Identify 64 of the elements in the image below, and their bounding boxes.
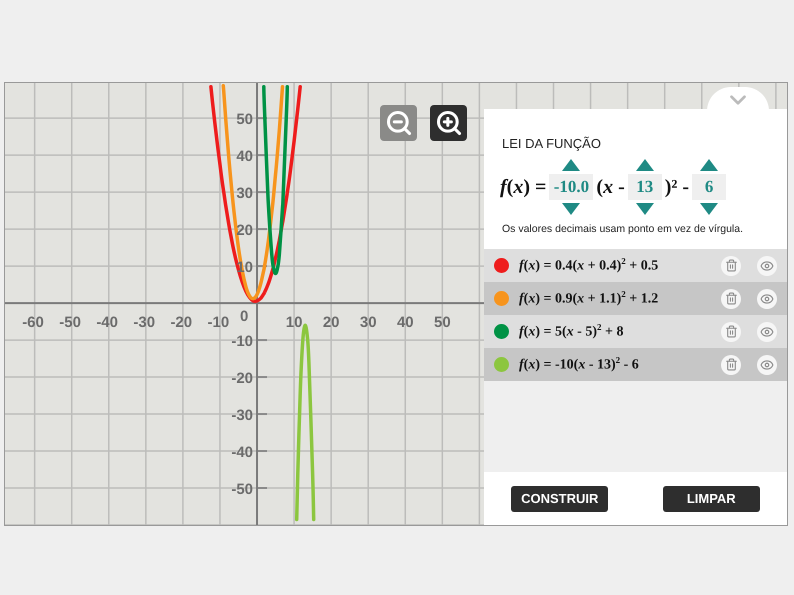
equation-text: )² - [664,176,690,198]
tick-label: 20 [322,314,340,332]
visibility-button[interactable] [757,322,777,342]
decrement-button[interactable] [562,203,580,215]
clear-button[interactable]: LIMPAR [662,486,760,512]
hint-text: Os valores decimais usam ponto em vez de vírgula. [501,222,744,235]
tick-label: -50 [231,481,254,498]
equation-text: (x - [596,176,625,198]
increment-button[interactable] [700,159,718,171]
visibility-button[interactable] [757,354,777,374]
zoom-in-button[interactable] [430,105,467,141]
eye-icon [760,358,774,372]
function-row[interactable]: f(x) = -10(x - 13)$^{2}$ - 6 [484,348,787,381]
function-formula: f(x) = -10(x - 13)$^{2}$ - 6 [519,355,640,374]
decrement-button[interactable] [700,203,718,215]
value-field[interactable]: 6 [692,174,726,200]
trash-icon [724,325,738,338]
zoom-out-icon [384,109,412,137]
delete-button[interactable] [721,322,741,342]
tick-label: -40 [96,314,118,332]
function-row[interactable]: f(x) = 0.4(x + 0.4)$^{2}$ + 0.5 [484,249,787,282]
tick-label: -30 [231,407,254,424]
tick-label: -40 [231,444,254,462]
tick-label: -50 [59,314,81,332]
tick-label: -10 [231,333,254,350]
trash-icon [724,292,738,305]
tick-label: -30 [133,314,156,332]
tick-label: -60 [22,314,44,332]
zoom-out-button[interactable] [380,105,417,141]
value-field[interactable]: -10.0 [549,174,594,200]
visibility-button[interactable] [757,256,777,276]
tick-label: -20 [231,370,254,388]
tick-label: 30 [360,314,377,332]
function-formula: f(x) = 0.9(x + 1.1)$^{2}$ + 1.2 [519,289,660,308]
tick-label: 40 [396,314,414,332]
tick-label: 10 [286,314,302,332]
visibility-button[interactable] [757,288,777,308]
eye-icon [760,324,774,338]
value-field[interactable]: 13 [628,174,662,200]
delete-button[interactable] [721,288,741,308]
equation-text: f(x) = [500,176,546,198]
function-formula: f(x) = 5(x - 5)$^{2}$ + 8 [519,322,624,341]
decrement-button[interactable] [636,203,654,215]
tick-label: 40 [236,148,254,166]
tick-label: -10 [208,314,230,332]
build-button[interactable]: CONSTRUIR [511,486,608,512]
trash-icon [724,358,738,371]
delete-button[interactable] [721,354,741,374]
increment-button[interactable] [636,159,654,171]
increment-button[interactable] [562,159,580,171]
zoom-in-icon [434,109,462,137]
eye-icon [760,258,774,272]
tick-label: 50 [236,111,254,128]
trash-icon [724,259,738,272]
delete-button[interactable] [721,256,741,276]
function-formula: f(x) = 0.4(x + 0.4)$^{2}$ + 0.5 [519,256,660,275]
tick-label: 50 [434,314,451,332]
eye-icon [760,292,774,306]
function-row[interactable]: f(x) = 0.9(x + 1.1)$^{2}$ + 1.2 [484,282,787,315]
origin-label: 0 [240,308,248,326]
panel-title: LEI DA FUNÇÃO [501,135,602,151]
tick-label: 30 [236,185,254,202]
function-row[interactable]: f(x) = 5(x - 5)$^{2}$ + 8 [484,315,787,348]
tick-label: -20 [170,314,192,332]
